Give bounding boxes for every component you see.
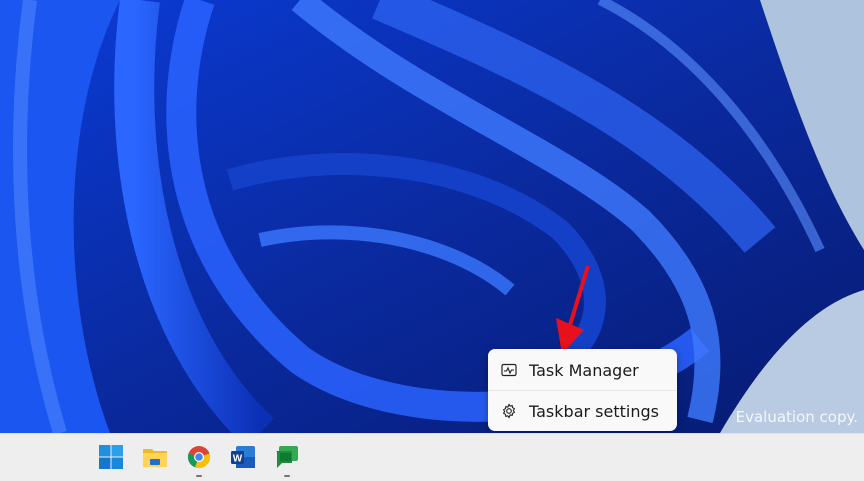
menu-item-label: Taskbar settings xyxy=(529,401,659,421)
taskbar-app-chrome[interactable] xyxy=(185,443,213,477)
menu-item-label: Task Manager xyxy=(529,360,639,380)
taskbar-context-menu: Task Manager Taskbar settings xyxy=(488,349,677,431)
word-icon: W xyxy=(231,446,255,468)
chrome-icon xyxy=(187,446,211,469)
gear-icon xyxy=(502,403,516,419)
taskbar-app-word[interactable]: W xyxy=(229,443,257,471)
start-button[interactable] xyxy=(97,443,125,471)
taskbar-app-file-explorer[interactable] xyxy=(141,443,169,471)
menu-item-taskbar-settings[interactable]: Taskbar settings xyxy=(488,391,677,431)
chat-icon xyxy=(276,446,298,468)
task-manager-icon xyxy=(501,363,517,377)
running-indicator xyxy=(196,475,202,477)
menu-item-task-manager[interactable]: Task Manager xyxy=(488,350,677,390)
taskbar-app-google-chat[interactable] xyxy=(273,443,301,477)
windows-logo-icon xyxy=(99,445,123,469)
running-indicator xyxy=(284,475,290,477)
annotation-arrow xyxy=(556,265,590,354)
taskbar: W xyxy=(0,433,864,481)
folder-icon xyxy=(143,449,167,467)
svg-text:W: W xyxy=(233,454,243,465)
